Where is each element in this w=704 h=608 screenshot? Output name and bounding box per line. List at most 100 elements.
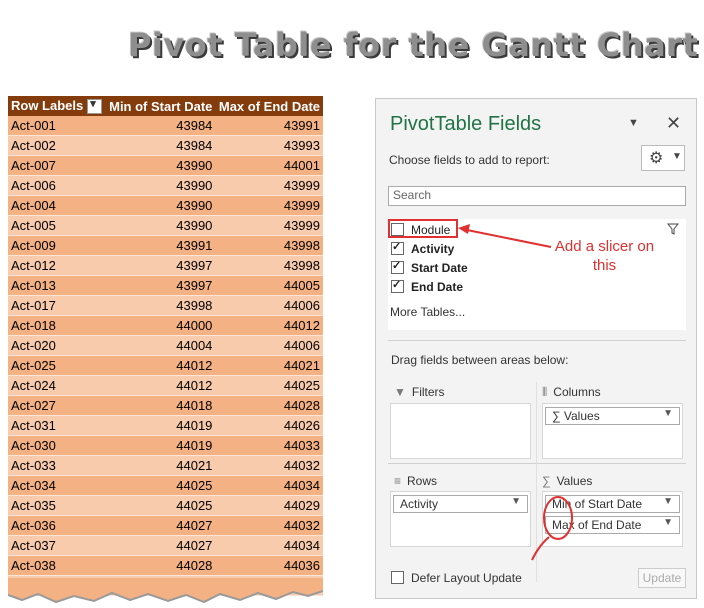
min-start-cell[interactable]: 43984 [105, 135, 216, 156]
min-start-cell[interactable]: 43990 [105, 175, 216, 196]
field-end-date[interactable]: End Date [391, 278, 463, 298]
row-label-cell[interactable]: Act-002 [8, 135, 106, 156]
header-row-labels[interactable]: Row Labels [8, 96, 106, 116]
max-end-cell[interactable]: 44032 [215, 515, 323, 536]
field-activity[interactable]: Activity [391, 240, 454, 260]
values-drop-area[interactable]: Min of Start Date ▼ Max of End Date ▼ [542, 491, 683, 547]
table-row[interactable]: Act-006 43990 43999 [8, 175, 323, 196]
min-start-cell[interactable]: 43991 [105, 235, 216, 256]
min-start-cell[interactable]: 43990 [105, 155, 216, 176]
table-row[interactable]: Act-035 44025 44029 [8, 495, 323, 516]
min-start-cell[interactable]: 43990 [105, 195, 216, 216]
max-end-cell[interactable]: 44026 [215, 415, 323, 436]
table-row[interactable]: Act-036 44027 44032 [8, 515, 323, 536]
table-row[interactable]: Act-031 44019 44026 [8, 415, 323, 436]
min-start-cell[interactable]: 43984 [105, 116, 216, 136]
table-row[interactable]: Act-009 43991 43998 [8, 235, 323, 256]
table-row[interactable]: Act-034 44025 44034 [8, 475, 323, 496]
max-end-cell[interactable]: 44029 [215, 495, 323, 516]
row-label-cell[interactable]: Act-009 [8, 235, 106, 256]
chevron-down-icon[interactable]: ▼ [663, 517, 673, 528]
table-row[interactable]: Act-005 43990 43999 [8, 215, 323, 236]
row-label-cell[interactable]: Act-025 [8, 355, 106, 376]
row-label-cell[interactable]: Act-027 [8, 395, 106, 416]
min-start-cell[interactable]: 44028 [105, 555, 216, 576]
tools-button[interactable]: ⚙ ▼ [641, 145, 685, 171]
table-row[interactable]: Act-024 44012 44025 [8, 375, 323, 396]
rows-drop-area[interactable]: Activity ▼ [390, 491, 531, 547]
max-end-cell[interactable]: 43999 [215, 215, 323, 236]
row-label-cell[interactable]: Act-006 [8, 175, 106, 196]
values-max-end-chip[interactable]: Max of End Date ▼ [545, 516, 680, 534]
filters-drop-area[interactable] [390, 403, 531, 459]
close-icon[interactable]: ✕ [666, 113, 681, 134]
values-min-start-chip[interactable]: Min of Start Date ▼ [545, 495, 680, 513]
row-label-cell[interactable]: Act-033 [8, 455, 106, 476]
max-end-cell[interactable]: 44006 [215, 295, 323, 316]
min-start-cell[interactable]: 44021 [105, 455, 216, 476]
row-label-cell[interactable]: Act-004 [8, 195, 106, 216]
max-end-cell[interactable]: 44025 [215, 375, 323, 396]
checkbox-end-date[interactable] [391, 278, 404, 293]
min-start-cell[interactable]: 44025 [105, 475, 216, 496]
header-min-start[interactable]: Min of Start Date [105, 96, 216, 116]
more-tables-link[interactable]: More Tables... [390, 305, 465, 319]
row-label-cell[interactable]: Act-031 [8, 415, 106, 436]
min-start-cell[interactable]: 44012 [105, 355, 216, 376]
min-start-cell[interactable]: 44027 [105, 515, 216, 536]
max-end-cell[interactable]: 44034 [215, 535, 323, 556]
max-end-cell[interactable]: 44034 [215, 475, 323, 496]
table-row[interactable]: Act-018 44000 44012 [8, 315, 323, 336]
max-end-cell[interactable]: 43999 [215, 175, 323, 196]
row-label-cell[interactable]: Act-018 [8, 315, 106, 336]
min-start-cell[interactable]: 44025 [105, 495, 216, 516]
table-row[interactable]: Act-025 44012 44021 [8, 355, 323, 376]
row-label-cell[interactable]: Act-017 [8, 295, 106, 316]
max-end-cell[interactable]: 44033 [215, 435, 323, 456]
max-end-cell[interactable]: 44032 [215, 455, 323, 476]
min-start-cell[interactable]: 44027 [105, 535, 216, 556]
table-row[interactable]: Act-004 43990 43999 [8, 195, 323, 216]
row-label-cell[interactable]: Act-020 [8, 335, 106, 356]
checkbox-start-date[interactable] [391, 259, 404, 274]
max-end-cell[interactable]: 43998 [215, 235, 323, 256]
min-start-cell[interactable]: 44018 [105, 395, 216, 416]
min-start-cell[interactable]: 43998 [105, 295, 216, 316]
row-label-cell[interactable]: Act-007 [8, 155, 106, 176]
max-end-cell[interactable]: 44028 [215, 395, 323, 416]
min-start-cell[interactable]: 43997 [105, 255, 216, 276]
max-end-cell[interactable]: 44021 [215, 355, 323, 376]
chevron-down-icon[interactable]: ▼ [663, 496, 673, 507]
columns-drop-area[interactable]: ∑ Values ▼ [542, 403, 683, 459]
row-label-cell[interactable]: Act-038 [8, 555, 106, 576]
search-input[interactable]: Search [388, 186, 686, 206]
field-start-date[interactable]: Start Date [391, 259, 468, 279]
row-label-cell[interactable]: Act-005 [8, 215, 106, 236]
min-start-cell[interactable]: 44000 [105, 315, 216, 336]
min-start-cell[interactable]: 44012 [105, 375, 216, 396]
table-row[interactable]: Act-037 44027 44034 [8, 535, 323, 556]
min-start-cell[interactable]: 43990 [105, 215, 216, 236]
row-label-cell[interactable]: Act-024 [8, 375, 106, 396]
rows-activity-chip[interactable]: Activity ▼ [393, 495, 528, 513]
max-end-cell[interactable]: 43998 [215, 255, 323, 276]
table-row[interactable]: Act-007 43990 44001 [8, 155, 323, 176]
row-label-cell[interactable]: Act-036 [8, 515, 106, 536]
table-row[interactable]: Act-001 43984 43991 [8, 116, 323, 136]
checkbox-activity[interactable] [391, 240, 404, 255]
row-label-cell[interactable]: Act-034 [8, 475, 106, 496]
row-label-cell[interactable]: Act-001 [8, 116, 106, 136]
row-label-cell[interactable]: Act-035 [8, 495, 106, 516]
pane-options-dropdown-icon[interactable]: ▼ [628, 117, 639, 129]
header-max-end[interactable]: Max of End Date [215, 96, 323, 116]
max-end-cell[interactable]: 43991 [215, 116, 323, 136]
table-row[interactable]: Act-013 43997 44005 [8, 275, 323, 296]
max-end-cell[interactable]: 44012 [215, 315, 323, 336]
min-start-cell[interactable]: 43997 [105, 275, 216, 296]
table-row[interactable]: Act-038 44028 44036 [8, 555, 323, 576]
table-row[interactable]: Act-020 44004 44006 [8, 335, 323, 356]
max-end-cell[interactable]: 43999 [215, 195, 323, 216]
min-start-cell[interactable]: 44019 [105, 435, 216, 456]
row-label-cell[interactable]: Act-030 [8, 435, 106, 456]
columns-values-chip[interactable]: ∑ Values ▼ [545, 407, 680, 425]
